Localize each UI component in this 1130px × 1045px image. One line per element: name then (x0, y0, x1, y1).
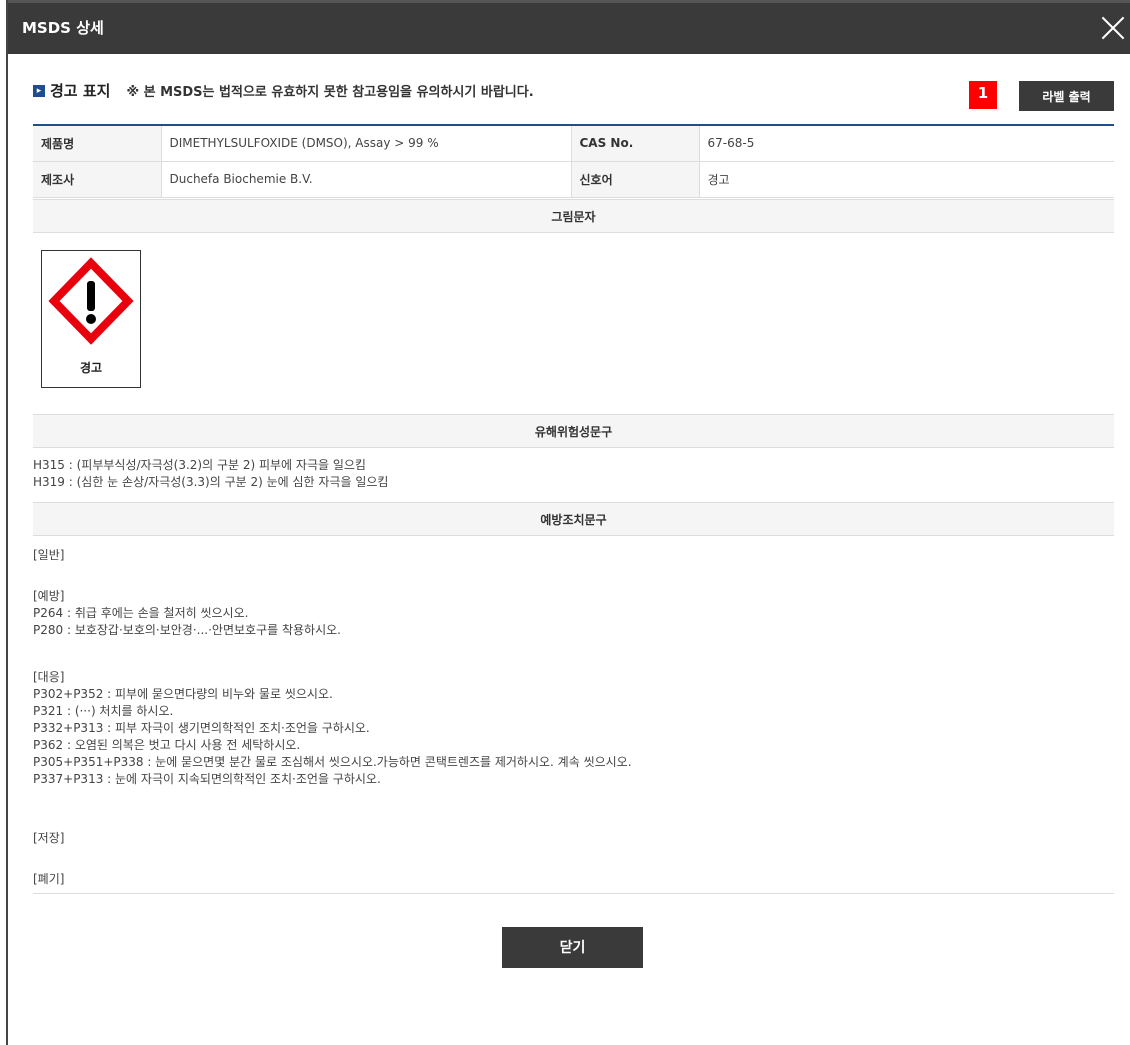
label-print-button[interactable]: 라벨 출력 (1019, 81, 1114, 111)
signal-word-value: 경고 (699, 161, 1114, 198)
legal-notice: ※ 본 MSDS는 법적으로 유효하지 못한 참고용임을 유의하시기 바랍니다. (126, 85, 534, 100)
exclamation-mark-pictogram-icon (48, 257, 134, 345)
list-item: P362 : 오염된 의복은 벗고 다시 사용 전 세탁하시오. (33, 738, 301, 752)
close-icon[interactable] (1100, 15, 1126, 41)
signal-word-label: 신호어 (571, 161, 700, 198)
section-divider (33, 893, 1114, 894)
precaution-disposal: [폐기] (33, 872, 65, 886)
product-name-label: 제품명 (33, 125, 162, 162)
pictogram-caption: 경고 (79, 361, 103, 375)
table-row: 제품명 DIMETHYLSULFOXIDE (DMSO), Assay > 99… (33, 125, 1114, 162)
manufacturer-value: Duchefa Biochemie B.V. (161, 161, 572, 198)
pictogram-card: 경고 (41, 250, 141, 388)
pictogram-heading: 그림문자 (33, 199, 1114, 233)
section-label: [대응] (33, 670, 65, 684)
list-item: P280 : 보호장갑·보호의·보안경·...·안면보호구를 착용하시오. (33, 623, 341, 637)
precaution-general: [일반] (33, 548, 65, 562)
list-item: P321 : (···) 처치를 하시오. (33, 704, 174, 718)
precaution-response: [대응] P302+P352 : 피부에 묻으면다량의 비누와 물로 씻으시오.… (33, 669, 632, 788)
step-badge: 1 (969, 81, 997, 109)
list-item: H315 : (피부부식성/자극성(3.2)의 구분 2) 피부에 자극을 일으… (33, 458, 366, 472)
product-name-value: DIMETHYLSULFOXIDE (DMSO), Assay > 99 % (161, 125, 572, 162)
section-title: 경고 표지 (50, 82, 111, 100)
cas-value: 67-68-5 (699, 125, 1114, 162)
modal-titlebar: MSDS 상세 (8, 0, 1130, 54)
hazard-statements: H315 : (피부부식성/자극성(3.2)의 구분 2) 피부에 자극을 일으… (33, 457, 388, 491)
window-left-edge (0, 0, 8, 1045)
precaution-prevention: [예방] P264 : 취급 후에는 손을 철저히 씻으시오. P280 : 보… (33, 588, 341, 639)
precaution-storage: [저장] (33, 831, 65, 845)
modal-title: MSDS 상세 (22, 19, 104, 37)
arrow-bullet-icon: ▸ (33, 84, 45, 97)
list-item: P305+P351+P338 : 눈에 묻으면몇 분간 물로 조심해서 씻으시오… (33, 755, 632, 769)
manufacturer-label: 제조사 (33, 161, 162, 198)
list-item: P264 : 취급 후에는 손을 철저히 씻으시오. (33, 606, 249, 620)
close-button[interactable]: 닫기 (502, 927, 643, 968)
list-item: P302+P352 : 피부에 묻으면다량의 비누와 물로 씻으시오. (33, 687, 333, 701)
product-info-table: 제품명 DIMETHYLSULFOXIDE (DMSO), Assay > 99… (33, 124, 1114, 198)
list-item: P332+P313 : 피부 자극이 생기면의학적인 조치·조언을 구하시오. (33, 721, 370, 735)
list-item: H319 : (심한 눈 손상/자극성(3.3)의 구분 2) 눈에 심한 자극… (33, 475, 389, 489)
list-item: P337+P313 : 눈에 자극이 지속되면의학적인 조치·조언을 구하시오. (33, 772, 381, 786)
msds-detail-modal: MSDS 상세 ▸ 경고 표지 ※ 본 MSDS는 법적으로 유효하지 못한 참… (8, 0, 1130, 1045)
precautionary-statements-heading: 예방조치문구 (33, 502, 1114, 536)
hazard-statements-heading: 유해위험성문구 (33, 414, 1114, 448)
table-row: 제조사 Duchefa Biochemie B.V. 신호어 경고 (33, 161, 1114, 198)
warning-label-header: ▸ 경고 표지 ※ 본 MSDS는 법적으로 유효하지 못한 참고용임을 유의하… (33, 80, 534, 101)
cas-label: CAS No. (571, 125, 700, 162)
section-label: [예방] (33, 589, 65, 603)
